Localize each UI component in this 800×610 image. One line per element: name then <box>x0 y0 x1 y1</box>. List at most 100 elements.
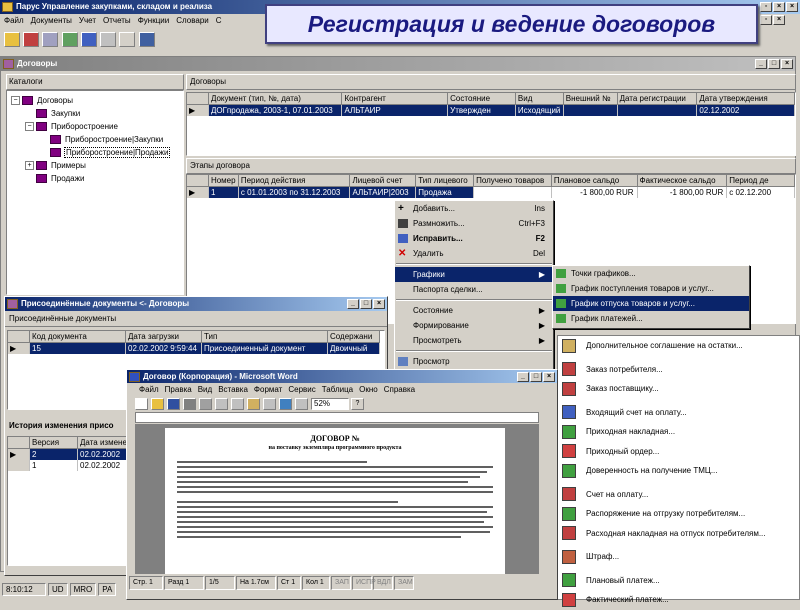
collapse-icon[interactable]: − <box>11 96 20 105</box>
col-goods-received[interactable]: Получено товаров <box>474 175 552 187</box>
cell-version[interactable]: 2 <box>30 449 78 460</box>
cell-account-type[interactable]: Продажа <box>416 187 475 198</box>
menu-item-forming[interactable]: Формирование ▶ <box>395 318 553 333</box>
list-item[interactable]: Входящий счет на оплату... <box>558 403 799 423</box>
submenu-item-shipment-schedule[interactable]: График отпуска товаров и услуг... <box>553 296 749 311</box>
col-period-2[interactable]: Период де <box>727 175 796 187</box>
copy-icon[interactable] <box>42 32 59 47</box>
word-menu-format[interactable]: Формат <box>254 383 282 396</box>
menu-item-edit[interactable]: Исправить... F2 <box>395 231 553 246</box>
list-item[interactable]: Плановый платеж... <box>558 571 799 591</box>
cell-state[interactable]: Утвержден <box>448 105 516 116</box>
filter-icon[interactable] <box>100 32 117 47</box>
col-version[interactable]: Версия <box>30 437 78 449</box>
cell-account[interactable]: АЛЬТАИР|2003 <box>350 187 417 198</box>
list-item[interactable]: Приходный ордер... <box>558 442 799 462</box>
menu-accounting[interactable]: Учет <box>79 14 96 28</box>
col-external-no[interactable]: Внешний № <box>563 93 618 105</box>
word-menu-table[interactable]: Таблица <box>322 383 353 396</box>
table-row[interactable]: ▶ 15 02.02.2002 9:59:44 Присоединенный д… <box>8 343 384 354</box>
word-menu-window[interactable]: Окно <box>359 383 378 396</box>
word-close-icon[interactable]: × <box>543 372 555 382</box>
cell-upload-date[interactable]: 02.02.2002 9:59:44 <box>126 343 202 354</box>
word-menu-tools[interactable]: Сервис <box>288 383 315 396</box>
menu-item-preview[interactable]: Просмотр <box>395 354 553 369</box>
menu-item-add[interactable]: + Добавить... Ins <box>395 201 553 216</box>
table-row[interactable]: ▶ 1 с 01.01.2003 по 31.12.2003 АЛЬТАИР|2… <box>187 187 795 198</box>
contracts-maximize-icon[interactable]: □ <box>768 59 780 69</box>
tree-node[interactable]: − Договоры <box>7 94 183 107</box>
cell-document[interactable]: ДОГпродажа, 2003-1, 07.01.2003 <box>208 105 343 116</box>
contracts-minimize-icon[interactable]: _ <box>755 59 767 69</box>
print-icon[interactable] <box>80 32 97 47</box>
cell-version[interactable]: 1 <box>30 460 78 471</box>
outer-restore-icon[interactable]: ▫ <box>760 2 772 12</box>
expand-icon[interactable]: + <box>25 161 34 170</box>
col-change-date[interactable]: Дата измене <box>78 437 128 449</box>
list-item[interactable]: Штраф... <box>558 547 799 567</box>
outer-restore-icon-2[interactable]: ▫ <box>760 15 772 25</box>
col-reg-date[interactable]: Дата регистрации <box>617 93 698 105</box>
cut-icon[interactable] <box>215 398 228 410</box>
paragraph-icon[interactable] <box>295 398 308 410</box>
preview-icon[interactable] <box>199 398 212 410</box>
word-maximize-icon[interactable]: □ <box>530 372 542 382</box>
tree-node[interactable]: Закупки <box>7 107 183 120</box>
menu-functions[interactable]: Функции <box>138 14 170 28</box>
col-upload-date[interactable]: Дата загрузки <box>126 331 202 343</box>
print-icon[interactable] <box>183 398 196 410</box>
cell-type[interactable]: Присоединенный документ <box>202 343 328 354</box>
col-period[interactable]: Период действия <box>238 175 351 187</box>
attached-minimize-icon[interactable]: _ <box>347 299 359 309</box>
menu-item-duplicate[interactable]: Размножить... Ctrl+F3 <box>395 216 553 231</box>
attached-close-icon[interactable]: × <box>373 299 385 309</box>
cell-change-date[interactable]: 02.02.2002 <box>78 449 128 460</box>
cell-approve-date[interactable]: 02.12.2002 <box>697 105 795 116</box>
col-planned-balance[interactable]: Плановое сальдо <box>551 175 638 187</box>
col-counterparty[interactable]: Контрагент <box>342 93 449 105</box>
menu-service[interactable]: С <box>216 14 222 28</box>
contracts-close-icon[interactable]: × <box>781 59 793 69</box>
paste-icon[interactable] <box>247 398 260 410</box>
cell-reg-date[interactable] <box>617 105 698 116</box>
table-row[interactable]: ▶ ДОГпродажа, 2003-1, 07.01.2003 АЛЬТАИР… <box>187 105 795 116</box>
list-item[interactable]: Распоряжение на отгрузку потребителям... <box>558 504 799 524</box>
documents-icon[interactable] <box>23 32 40 47</box>
cell-number[interactable]: 1 <box>208 187 239 198</box>
col-number[interactable]: Номер <box>208 175 239 187</box>
list-item[interactable]: Доверенность на получение ТМЦ... <box>558 461 799 481</box>
col-state[interactable]: Состояние <box>448 93 516 105</box>
col-document[interactable]: Документ (тип, №, дата) <box>208 93 343 105</box>
cell-period[interactable]: с 01.01.2003 по 31.12.2003 <box>238 187 351 198</box>
open-folder-icon[interactable] <box>4 32 20 47</box>
copy-icon[interactable] <box>231 398 244 410</box>
submenu-item-chart-points[interactable]: Точки графиков... <box>553 266 749 281</box>
cell-external-no[interactable] <box>563 105 618 116</box>
help-icon[interactable]: ? <box>351 398 364 410</box>
word-menu-edit[interactable]: Правка <box>165 383 192 396</box>
list-item[interactable]: Заказ поставщику... <box>558 379 799 399</box>
cell-planned-balance[interactable]: -1 800,00 RUR <box>552 187 638 198</box>
cell-kind[interactable]: Исходящий <box>515 105 564 116</box>
word-menu-view[interactable]: Вид <box>198 383 212 396</box>
menu-item-view-sub[interactable]: Просмотреть ▶ <box>395 333 553 348</box>
col-doc-code[interactable]: Код документа <box>30 331 126 343</box>
menu-documents[interactable]: Документы <box>31 14 72 28</box>
menu-dictionaries[interactable]: Словари <box>176 14 209 28</box>
list-item[interactable]: Дополнительное соглашение на остатки... <box>558 336 799 356</box>
col-account[interactable]: Лицевой счет <box>350 175 417 187</box>
list-item[interactable]: Заказ потребителя... <box>558 360 799 380</box>
tree-node[interactable]: + Примеры <box>7 159 183 172</box>
list-item[interactable]: Расходная накладная на отпуск потребител… <box>558 524 799 544</box>
tree-node[interactable]: − Приборостроение <box>7 120 183 133</box>
attached-maximize-icon[interactable]: □ <box>360 299 372 309</box>
col-actual-balance[interactable]: Фактическое сальдо <box>637 175 728 187</box>
tree-node[interactable]: Продажи <box>7 172 183 185</box>
tree-node[interactable]: Приборостроение|Продажи <box>7 146 183 159</box>
open-icon[interactable] <box>151 398 164 410</box>
cell-content[interactable]: Двоичный <box>328 343 380 354</box>
tree-node[interactable]: Приборостроение|Закупки <box>7 133 183 146</box>
word-minimize-icon[interactable]: _ <box>517 372 529 382</box>
word-menu-insert[interactable]: Вставка <box>218 383 248 396</box>
cell-period-2[interactable]: с 02.12.200 <box>727 187 795 198</box>
